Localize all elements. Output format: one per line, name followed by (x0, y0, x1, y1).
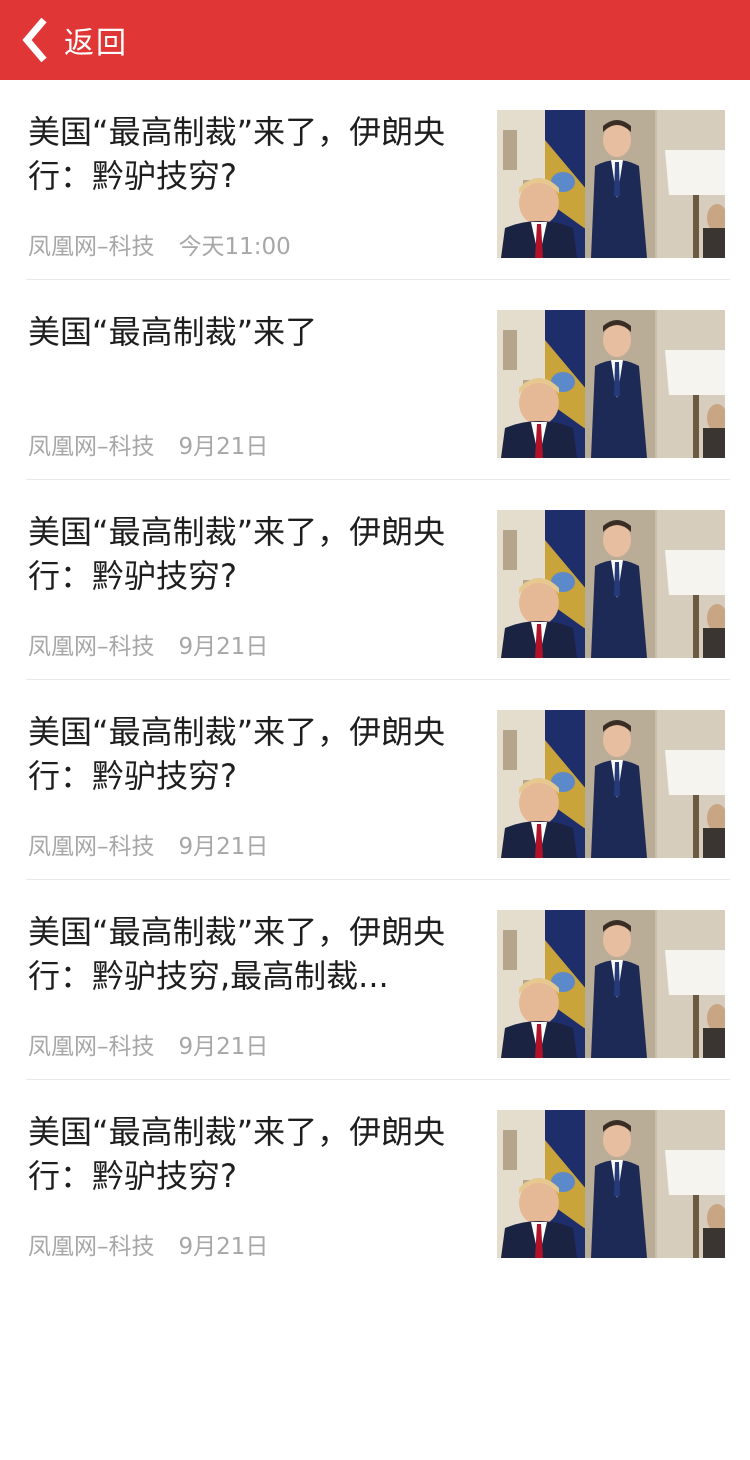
article-thumbnail (497, 510, 725, 658)
chevron-left-icon (22, 17, 47, 63)
article-time: 9月21日 (178, 434, 269, 460)
article-item[interactable]: 美国“最高制裁”来了，伊朗央行：黔驴技穷,最高制裁... 凤凰网–科技 9月21日 (26, 880, 730, 1080)
article-title: 美国“最高制裁”来了，伊朗央行：黔驴技穷? (28, 1113, 446, 1195)
article-time: 9月21日 (178, 634, 269, 660)
article-item[interactable]: 美国“最高制裁”来了 凤凰网–科技 9月21日 (26, 280, 730, 480)
article-title: 美国“最高制裁”来了，伊朗央行：黔驴技穷? (28, 113, 446, 195)
article-item[interactable]: 美国“最高制裁”来了，伊朗央行：黔驴技穷? 凤凰网–科技 9月21日 (26, 1080, 730, 1280)
article-meta: 凤凰网–科技 9月21日 (28, 1227, 268, 1261)
article-meta: 凤凰网–科技 9月21日 (28, 427, 268, 461)
article-thumbnail (497, 1110, 725, 1258)
article-time: 9月21日 (178, 1034, 269, 1060)
article-meta: 凤凰网–科技 9月21日 (28, 827, 268, 861)
article-item[interactable]: 美国“最高制裁”来了，伊朗央行：黔驴技穷? 凤凰网–科技 9月21日 (26, 680, 730, 880)
back-label: 返回 (64, 26, 128, 61)
article-meta: 凤凰网–科技 今天11:00 (28, 227, 291, 261)
article-list: 美国“最高制裁”来了，伊朗央行：黔驴技穷? 凤凰网–科技 今天11:00 美国“最… (0, 80, 750, 1280)
article-meta: 凤凰网–科技 9月21日 (28, 627, 268, 661)
article-time: 今天11:00 (178, 234, 291, 260)
article-title: 美国“最高制裁”来了 (28, 313, 318, 351)
article-title: 美国“最高制裁”来了，伊朗央行：黔驴技穷,最高制裁... (28, 913, 446, 995)
article-thumbnail (497, 310, 725, 458)
article-meta: 凤凰网–科技 9月21日 (28, 1027, 268, 1061)
article-thumbnail (497, 710, 725, 858)
article-source: 凤凰网–科技 (28, 634, 155, 660)
article-source: 凤凰网–科技 (28, 834, 155, 860)
article-time: 9月21日 (178, 1234, 269, 1260)
article-thumbnail (497, 110, 725, 258)
article-item[interactable]: 美国“最高制裁”来了，伊朗央行：黔驴技穷? 凤凰网–科技 9月21日 (26, 480, 730, 680)
article-title: 美国“最高制裁”来了，伊朗央行：黔驴技穷? (28, 713, 446, 795)
article-source: 凤凰网–科技 (28, 234, 155, 260)
article-time: 9月21日 (178, 834, 269, 860)
article-source: 凤凰网–科技 (28, 1034, 155, 1060)
article-item[interactable]: 美国“最高制裁”来了，伊朗央行：黔驴技穷? 凤凰网–科技 今天11:00 (26, 80, 730, 280)
article-title: 美国“最高制裁”来了，伊朗央行：黔驴技穷? (28, 513, 446, 595)
article-thumbnail (497, 910, 725, 1058)
article-source: 凤凰网–科技 (28, 1234, 155, 1260)
article-source: 凤凰网–科技 (28, 434, 155, 460)
back-button[interactable]: 返回 (0, 0, 750, 80)
